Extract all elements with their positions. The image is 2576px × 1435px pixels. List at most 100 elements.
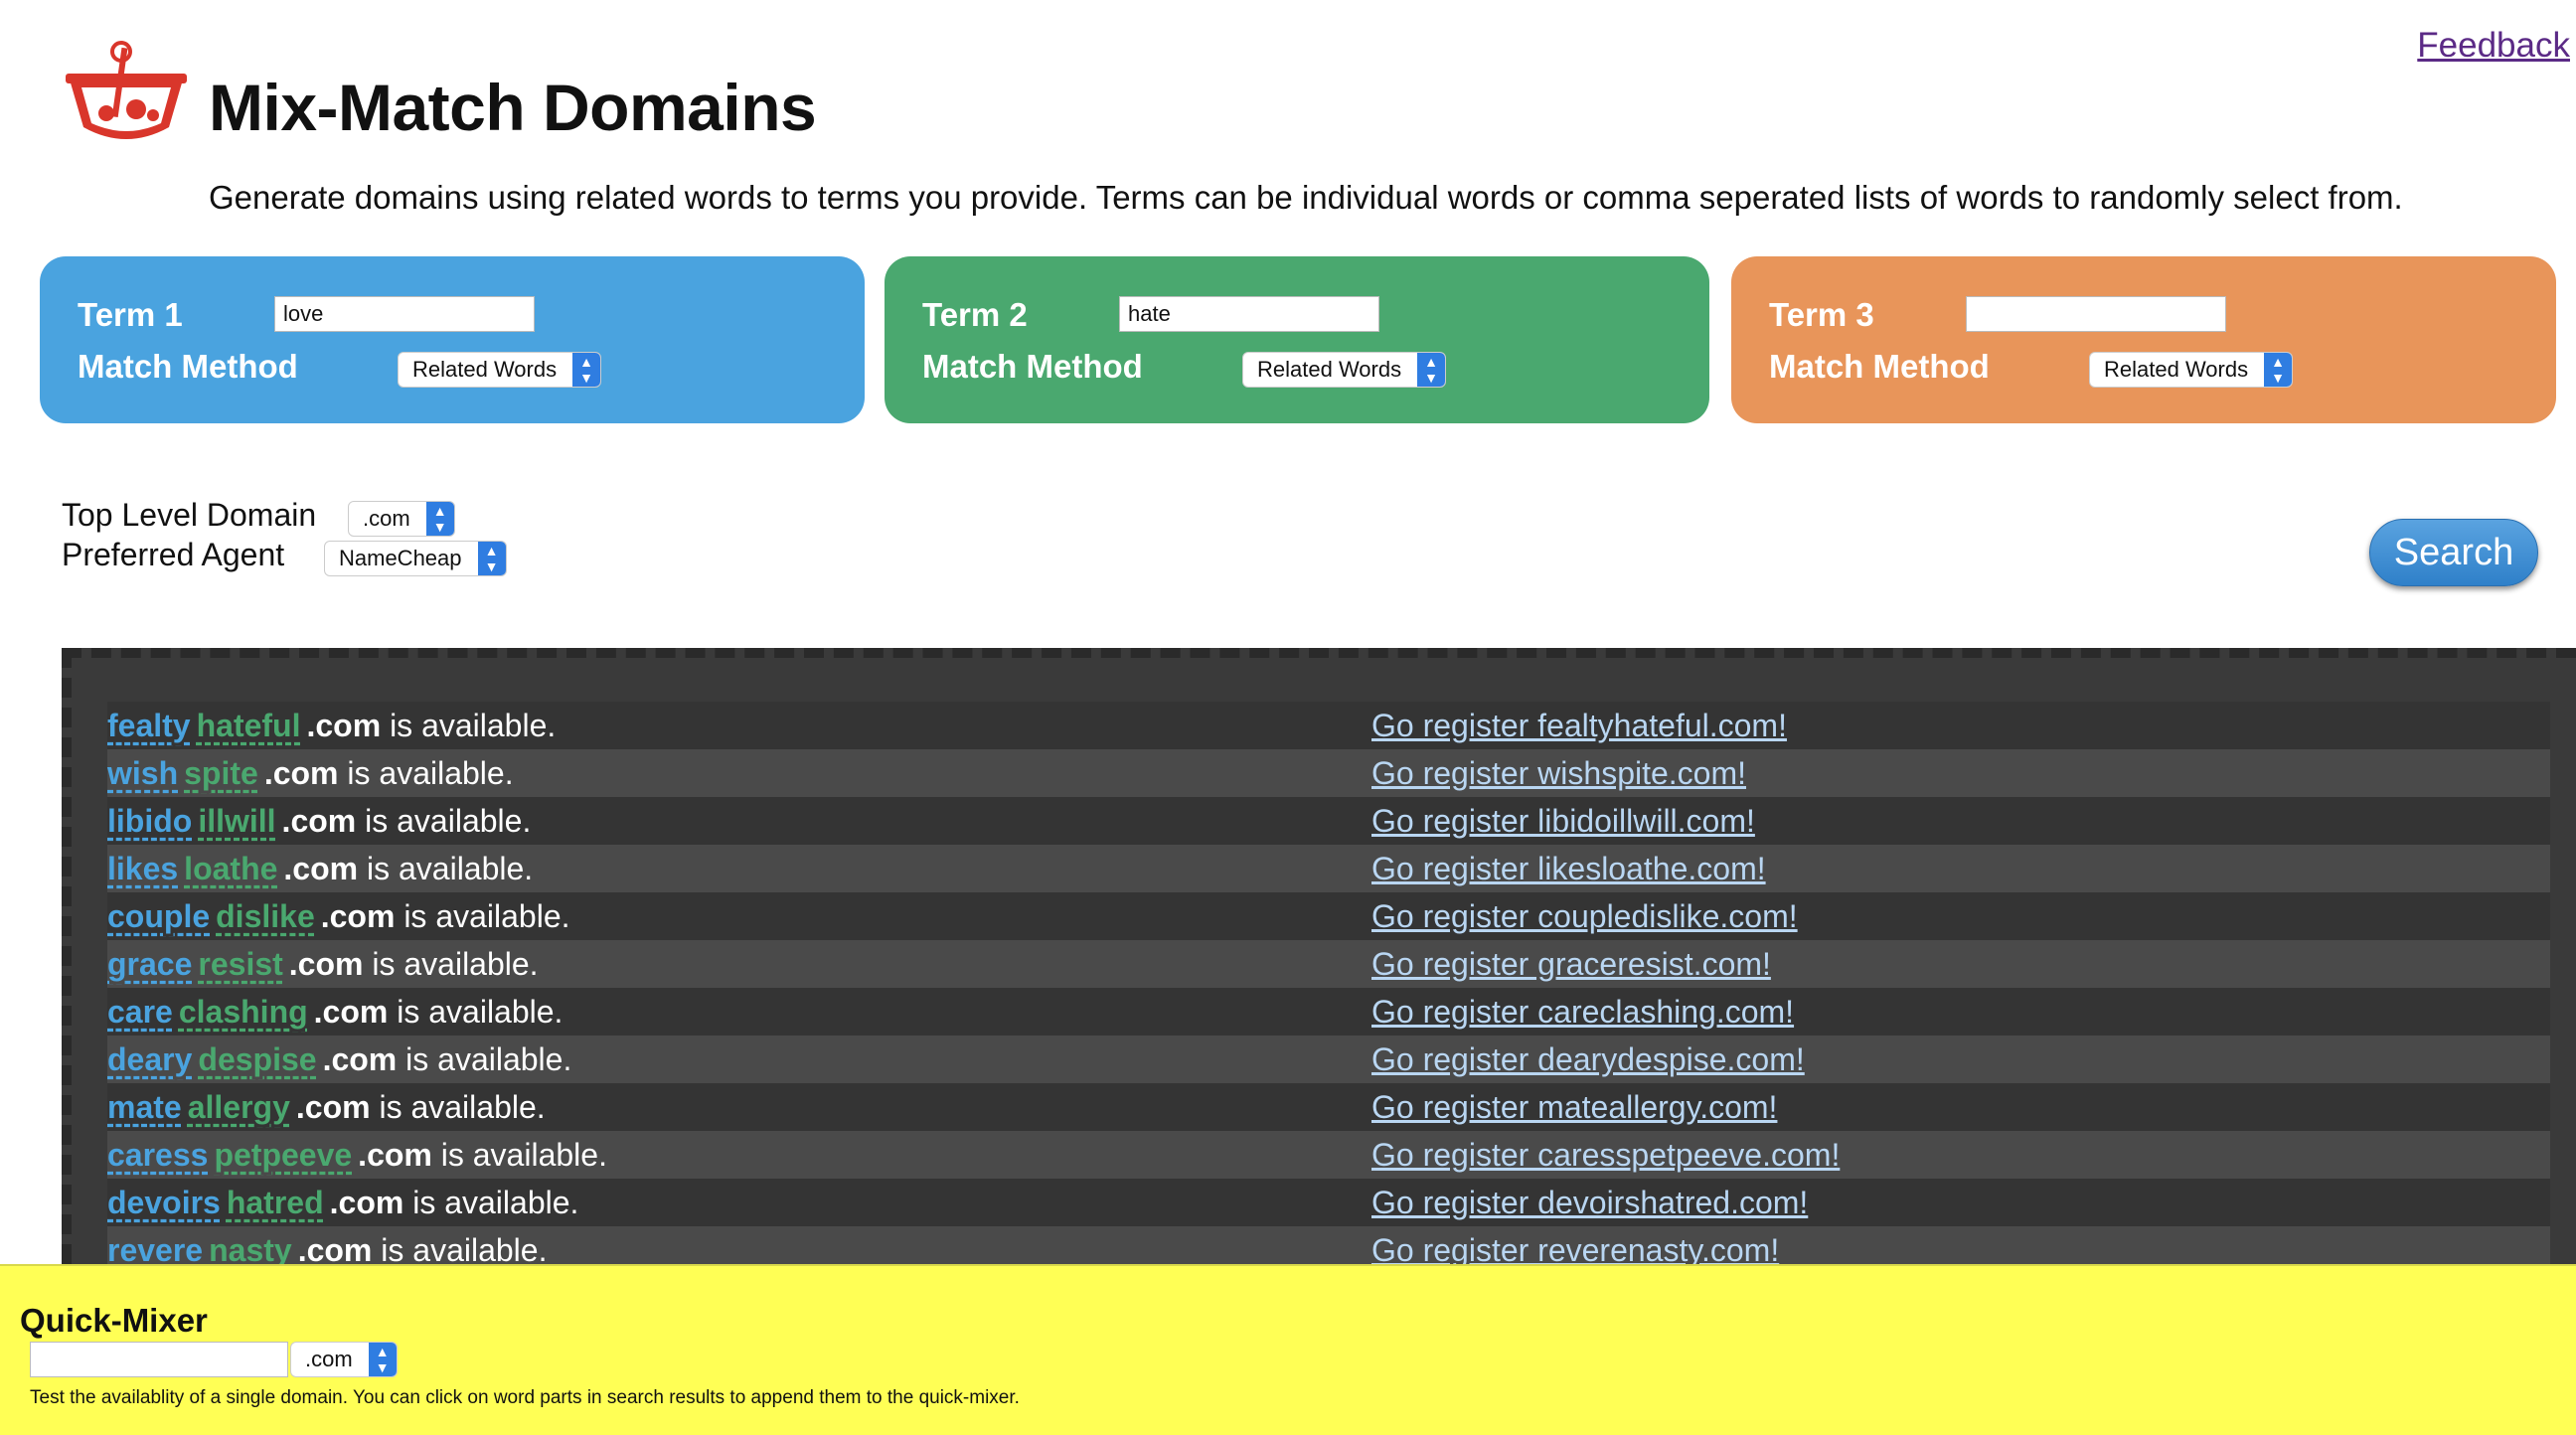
- word-part-1[interactable]: deary: [107, 1041, 192, 1077]
- chevron-updown-icon: ▲ ▼: [2264, 353, 2293, 387]
- result-row: devoirs hatred .com is available. Go regist…: [107, 1179, 2550, 1226]
- result-row: likes loathe .com is available. Go register…: [107, 845, 2550, 892]
- word-part-1[interactable]: caress: [107, 1137, 208, 1173]
- term-3-match-label: Match Method: [1769, 348, 1990, 385]
- result-row: caress petpeeve .com is available. Go regis…: [107, 1131, 2550, 1179]
- availability-text: is available.: [358, 851, 534, 886]
- word-part-1[interactable]: care: [107, 994, 173, 1030]
- result-tld: .com: [288, 946, 364, 982]
- word-part-2[interactable]: nasty: [209, 1232, 292, 1264]
- chevron-updown-icon: ▲ ▼: [368, 1343, 397, 1376]
- result-tld: .com: [320, 898, 396, 934]
- word-part-1[interactable]: mate: [107, 1089, 182, 1125]
- availability-text: is available.: [395, 898, 570, 934]
- chevron-updown-icon: ▲ ▼: [425, 502, 454, 536]
- register-link[interactable]: Go register coupledislike.com!: [1371, 892, 1798, 940]
- availability-text: is available.: [403, 1185, 579, 1220]
- word-part-1[interactable]: grace: [107, 946, 192, 982]
- result-row: mate allergy .com is available. Go register…: [107, 1083, 2550, 1131]
- availability-text: is available.: [370, 1089, 546, 1125]
- register-link[interactable]: Go register graceresist.com!: [1371, 940, 1771, 988]
- result-row: grace resist .com is available. Go register…: [107, 940, 2550, 988]
- word-part-1[interactable]: revere: [107, 1232, 203, 1264]
- register-link[interactable]: Go register libidoillwill.com!: [1371, 797, 1755, 845]
- availability-text: is available.: [356, 803, 532, 839]
- availability-text: is available.: [388, 994, 564, 1030]
- term-1-input[interactable]: [274, 296, 535, 332]
- word-part-2[interactable]: dislike: [216, 898, 315, 934]
- search-button[interactable]: Search: [2369, 519, 2538, 586]
- term-3-input[interactable]: [1966, 296, 2226, 332]
- result-tld: .com: [297, 1232, 373, 1264]
- term-3-method-value: Related Words: [2104, 357, 2249, 382]
- register-link[interactable]: Go register devoirshatred.com!: [1371, 1179, 1808, 1226]
- term-2-input[interactable]: [1119, 296, 1379, 332]
- results-panel: fealty hateful .com is available. Go regist…: [62, 648, 2576, 1264]
- term-3-method-select[interactable]: Related Words ▲ ▼: [2089, 352, 2294, 388]
- result-tld: .com: [295, 1089, 371, 1125]
- tld-label: Top Level Domain: [62, 497, 317, 533]
- word-part-1[interactable]: devoirs: [107, 1185, 221, 1220]
- word-part-1[interactable]: libido: [107, 803, 192, 839]
- result-tld: .com: [283, 851, 359, 886]
- chevron-updown-icon: ▲ ▼: [1417, 353, 1446, 387]
- word-part-2[interactable]: loathe: [184, 851, 277, 886]
- tld-select[interactable]: .com ▲ ▼: [348, 501, 455, 537]
- result-row: deary despise .com is available. Go registe…: [107, 1036, 2550, 1083]
- term-2-method-value: Related Words: [1257, 357, 1402, 382]
- word-part-2[interactable]: despise: [198, 1041, 316, 1077]
- word-part-1[interactable]: fealty: [107, 708, 191, 743]
- register-link[interactable]: Go register careclashing.com!: [1371, 988, 1794, 1036]
- register-link[interactable]: Go register reverenasty.com!: [1371, 1226, 1779, 1264]
- register-link[interactable]: Go register mateallergy.com!: [1371, 1083, 1777, 1131]
- word-part-2[interactable]: illwill: [198, 803, 275, 839]
- term-2-panel: Term 2 Match Method Related Words ▲▼: [885, 256, 1709, 423]
- quick-mixer-input[interactable]: [30, 1342, 288, 1377]
- word-part-2[interactable]: clashing: [179, 994, 308, 1030]
- register-link[interactable]: Go register dearydespise.com!: [1371, 1036, 1805, 1083]
- register-link[interactable]: Go register wishspite.com!: [1371, 749, 1746, 797]
- chevron-updown-icon: ▲ ▼: [477, 542, 506, 575]
- page-title: Mix-Match Domains: [209, 71, 817, 144]
- register-link[interactable]: Go register fealtyhateful.com!: [1371, 702, 1787, 749]
- tld-value: .com: [363, 506, 410, 531]
- word-part-2[interactable]: hatred: [227, 1185, 324, 1220]
- availability-text: is available.: [431, 1137, 607, 1173]
- availability-text: is available.: [381, 708, 557, 743]
- word-part-1[interactable]: likes: [107, 851, 178, 886]
- term-3-label: Term 3: [1769, 296, 1874, 333]
- agent-label: Preferred Agent: [62, 537, 285, 572]
- register-link[interactable]: Go register likesloathe.com!: [1371, 845, 1766, 892]
- register-link[interactable]: Go register caresspetpeeve.com!: [1371, 1131, 1840, 1179]
- page-subtitle: Generate domains using related words to …: [209, 179, 2403, 216]
- result-row: fealty hateful .com is available. Go regist…: [107, 702, 2550, 749]
- result-tld: .com: [329, 1185, 404, 1220]
- result-row: wish spite .com is available. Go register w…: [107, 749, 2550, 797]
- feedback-link[interactable]: Feedback: [2417, 26, 2570, 66]
- term-1-method-value: Related Words: [412, 357, 558, 382]
- word-part-2[interactable]: resist: [198, 946, 282, 982]
- quick-mixer-tld-select[interactable]: .com ▲ ▼: [290, 1342, 398, 1377]
- term-2-match-label: Match Method: [922, 348, 1143, 385]
- quick-mixer-help: Test the availablity of a single domain.…: [30, 1387, 1020, 1408]
- word-part-2[interactable]: petpeeve: [214, 1137, 352, 1173]
- result-tld: .com: [263, 755, 339, 791]
- result-tld: .com: [306, 708, 382, 743]
- availability-text: is available.: [397, 1041, 572, 1077]
- result-row: revere nasty .com is available. Go register…: [107, 1226, 2550, 1264]
- result-tld: .com: [281, 803, 357, 839]
- agent-select[interactable]: NameCheap ▲ ▼: [324, 541, 507, 576]
- word-part-1[interactable]: wish: [107, 755, 178, 791]
- agent-value: NameCheap: [339, 546, 462, 570]
- word-part-1[interactable]: couple: [107, 898, 210, 934]
- word-part-2[interactable]: hateful: [197, 708, 301, 743]
- availability-text: is available.: [363, 946, 539, 982]
- term-2-label: Term 2: [922, 296, 1028, 333]
- app-logo: [66, 41, 187, 139]
- term-1-method-select[interactable]: Related Words ▲ ▼: [398, 352, 602, 388]
- result-row: libido illwill .com is available. Go regist…: [107, 797, 2550, 845]
- word-part-2[interactable]: allergy: [188, 1089, 290, 1125]
- chevron-updown-icon: ▲ ▼: [572, 353, 601, 387]
- term-2-method-select[interactable]: Related Words ▲ ▼: [1242, 352, 1447, 388]
- word-part-2[interactable]: spite: [184, 755, 258, 791]
